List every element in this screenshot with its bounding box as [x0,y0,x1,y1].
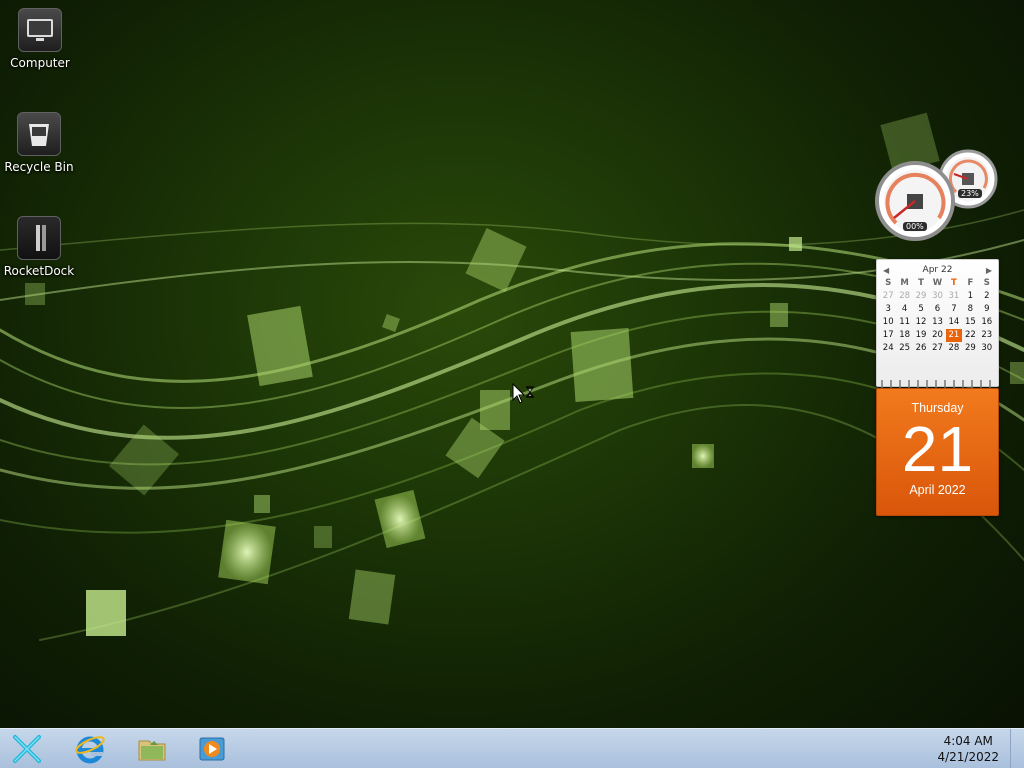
internet-explorer-icon [75,736,105,764]
media-player-button[interactable] [190,731,234,767]
clock-time: 4:04 AM [943,734,993,748]
calendar-day[interactable]: 28 [946,342,962,355]
calendar-day[interactable]: 5 [913,303,929,316]
calendar-day[interactable]: 7 [946,303,962,316]
calendar-day-number: 21 [901,413,974,485]
calendar-day[interactable]: 26 [913,342,929,355]
calendar-day[interactable]: 6 [929,303,945,316]
weekday-header: S [983,278,990,288]
calendar-grid: S M T W T F S 27 28 29 30 31 1 2 3 4 5 6… [877,277,998,355]
calendar-day[interactable]: 24 [880,342,896,355]
prev-month-icon[interactable]: ◀ [883,266,889,275]
clock-date: 4/21/2022 [937,750,999,764]
weekday-header: T [918,278,924,288]
calendar-day[interactable]: 27 [880,290,896,303]
calendar-month-view[interactable]: ◀ Apr 22 ▶ S M T W T F S 27 28 29 30 31 … [876,259,999,387]
calendar-day[interactable]: 29 [962,342,978,355]
calendar-day[interactable]: 14 [946,316,962,329]
desktop-icon-label: RocketDock [3,264,75,278]
weekday-header: S [885,278,892,288]
file-explorer-icon [138,740,166,761]
calendar-day[interactable]: 3 [880,303,896,316]
cpu-meter-gadget[interactable]: 00% 23% [872,148,1002,244]
calendar-day[interactable]: 1 [962,290,978,303]
memory-percent: 23% [958,189,982,198]
calendar-day[interactable]: 16 [979,316,995,329]
calendar-day[interactable]: 9 [979,303,995,316]
desktop-icon-recycle-bin[interactable]: Recycle Bin [1,112,77,174]
desktop-icon-rocketdock[interactable]: RocketDock [1,216,77,278]
calendar-day[interactable]: 18 [896,329,912,342]
calendar-day[interactable]: 31 [946,290,962,303]
taskbar: 4:04 AM 4/21/2022 [0,728,1024,768]
calendar-day[interactable]: 2 [979,290,995,303]
calendar-day-selected[interactable]: 21 [945,329,963,342]
wallpaper [0,112,1024,641]
calendar-month-header: Apr 22 [922,265,953,275]
start-x-icon [13,735,41,763]
calendar-day[interactable]: 30 [929,290,945,303]
calendar-day[interactable]: 12 [913,316,929,329]
calendar-day[interactable]: 27 [929,342,945,355]
next-month-icon[interactable]: ▶ [986,266,992,275]
file-explorer-button[interactable] [130,731,174,767]
weekday-header: F [967,278,974,288]
calendar-day[interactable]: 28 [896,290,912,303]
start-button[interactable] [5,731,49,767]
cpu-percent: 00% [903,222,927,231]
calendar-day-view[interactable]: Thursday 21 April 2022 [876,388,999,516]
calendar-day[interactable]: 8 [962,303,978,316]
calendar-day[interactable]: 17 [880,329,896,342]
recycle-bin-icon [17,112,61,156]
media-player-icon [199,737,225,761]
busy-cursor-icon [512,383,534,404]
calendar-day[interactable]: 4 [896,303,912,316]
calendar-day[interactable]: 25 [896,342,912,355]
desktop-icon-label: Computer [10,56,70,70]
calendar-day[interactable]: 29 [913,290,929,303]
weekday-header: W [932,278,943,288]
calendar-day[interactable]: 22 [962,329,978,342]
calendar-day[interactable]: 19 [913,329,929,342]
calendar-day[interactable]: 11 [896,316,912,329]
show-desktop-button[interactable] [1010,729,1024,768]
computer-icon [18,8,62,52]
desktop-icon-computer[interactable]: Computer [2,8,78,70]
calendar-day[interactable]: 30 [979,342,995,355]
calendar-day[interactable]: 23 [979,329,995,342]
calendar-day[interactable]: 15 [962,316,978,329]
rocketdock-icon [17,216,61,260]
weekday-header: T [951,278,957,288]
calendar-day[interactable]: 13 [929,316,945,329]
internet-explorer-button[interactable] [68,731,112,767]
taskbar-clock[interactable]: 4:04 AM 4/21/2022 [937,733,999,765]
calendar-day[interactable]: 10 [880,316,896,329]
weekday-header: M [900,278,909,288]
calendar-month-year: April 2022 [909,483,966,497]
calendar-day[interactable]: 20 [929,329,945,342]
desktop-icon-label: Recycle Bin [4,160,74,174]
